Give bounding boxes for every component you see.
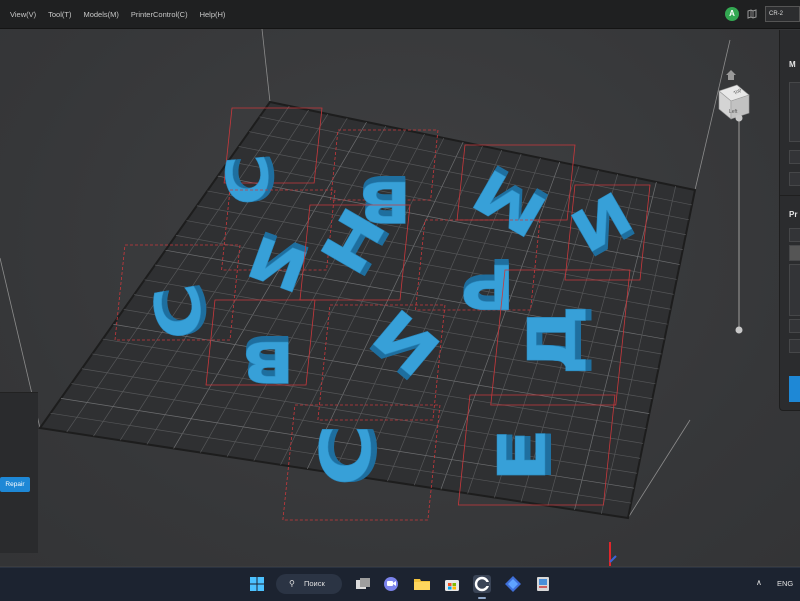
file-explorer-icon[interactable] xyxy=(413,575,431,593)
menu-bar: View(V) Tool(T) Models(M) PrinterControl… xyxy=(0,0,800,29)
model-top-face: Р xyxy=(461,250,516,322)
panel-section-models-header: M xyxy=(789,60,796,69)
panel-button-1[interactable] xyxy=(789,150,800,164)
panel-button-4[interactable] xyxy=(789,339,800,353)
build-plate-scene[interactable]: СССССССС ВВВВВВВВ ММММММММИИИИИИИИНННННННН… xyxy=(0,29,800,566)
repair-button[interactable]: Repair xyxy=(0,477,30,492)
store-icon[interactable] xyxy=(443,575,461,593)
menu-models[interactable]: Models(M) xyxy=(83,10,118,19)
taskbar-search[interactable]: ⚲ Поиск xyxy=(276,574,342,594)
layer-slider-top-handle[interactable] xyxy=(735,114,743,122)
search-icon: ⚲ xyxy=(289,579,295,588)
main-menu: View(V) Tool(T) Models(M) PrinterControl… xyxy=(10,10,225,19)
right-side-panel: M Pr xyxy=(779,30,800,411)
3d-viewport[interactable]: ССССССССВВВВВВВВММММММММИИИИИИИИНННННННН… xyxy=(0,29,800,566)
model-top-face: В xyxy=(241,328,294,394)
start-menu-icon[interactable] xyxy=(248,575,266,593)
chevron-up-icon[interactable]: ∧ xyxy=(756,578,762,587)
printer-select[interactable]: CR-2 xyxy=(765,6,800,22)
snipping-tool-icon[interactable] xyxy=(534,575,552,593)
language-indicator[interactable]: ENG xyxy=(777,579,793,588)
panel-section-profile-header: Pr xyxy=(789,210,798,219)
panel-field-1[interactable] xyxy=(789,228,800,242)
model-top-face: Е xyxy=(485,428,561,483)
map-icon[interactable] xyxy=(747,9,757,19)
menu-help[interactable]: Help(H) xyxy=(200,10,226,19)
panel-button-3[interactable] xyxy=(789,319,800,333)
panel-divider xyxy=(780,195,800,196)
model-top-face: С xyxy=(307,424,388,486)
search-label: Поиск xyxy=(304,579,325,588)
panel-list-box[interactable] xyxy=(789,82,800,142)
user-avatar[interactable]: A xyxy=(725,7,739,21)
view-cube[interactable]: Top Left xyxy=(713,81,753,121)
layer-slider-bottom-handle[interactable] xyxy=(735,326,743,334)
model-top-face: С xyxy=(214,151,285,208)
menu-view[interactable]: View(V) xyxy=(10,10,36,19)
task-view-icon[interactable] xyxy=(354,575,372,593)
home-icon[interactable] xyxy=(725,69,737,81)
app-diamond-icon[interactable] xyxy=(504,575,522,593)
menu-printer-control[interactable]: PrinterControl(C) xyxy=(131,10,188,19)
active-app-indicator xyxy=(478,597,486,599)
menu-tool[interactable]: Tool(T) xyxy=(48,10,71,19)
taskbar: ⚲ Поиск ∧ ENG xyxy=(0,567,800,601)
panel-button-2[interactable] xyxy=(789,172,800,186)
teams-chat-icon[interactable] xyxy=(382,575,400,593)
panel-field-2[interactable] xyxy=(789,245,800,261)
layer-slider[interactable] xyxy=(735,114,743,334)
slice-button[interactable] xyxy=(789,376,800,402)
left-side-panel xyxy=(0,392,38,553)
model-top-face: Д xyxy=(515,304,591,375)
top-right-controls: A CR-2 xyxy=(725,0,800,28)
creality-print-icon[interactable] xyxy=(473,575,491,593)
panel-field-3[interactable] xyxy=(789,264,800,316)
